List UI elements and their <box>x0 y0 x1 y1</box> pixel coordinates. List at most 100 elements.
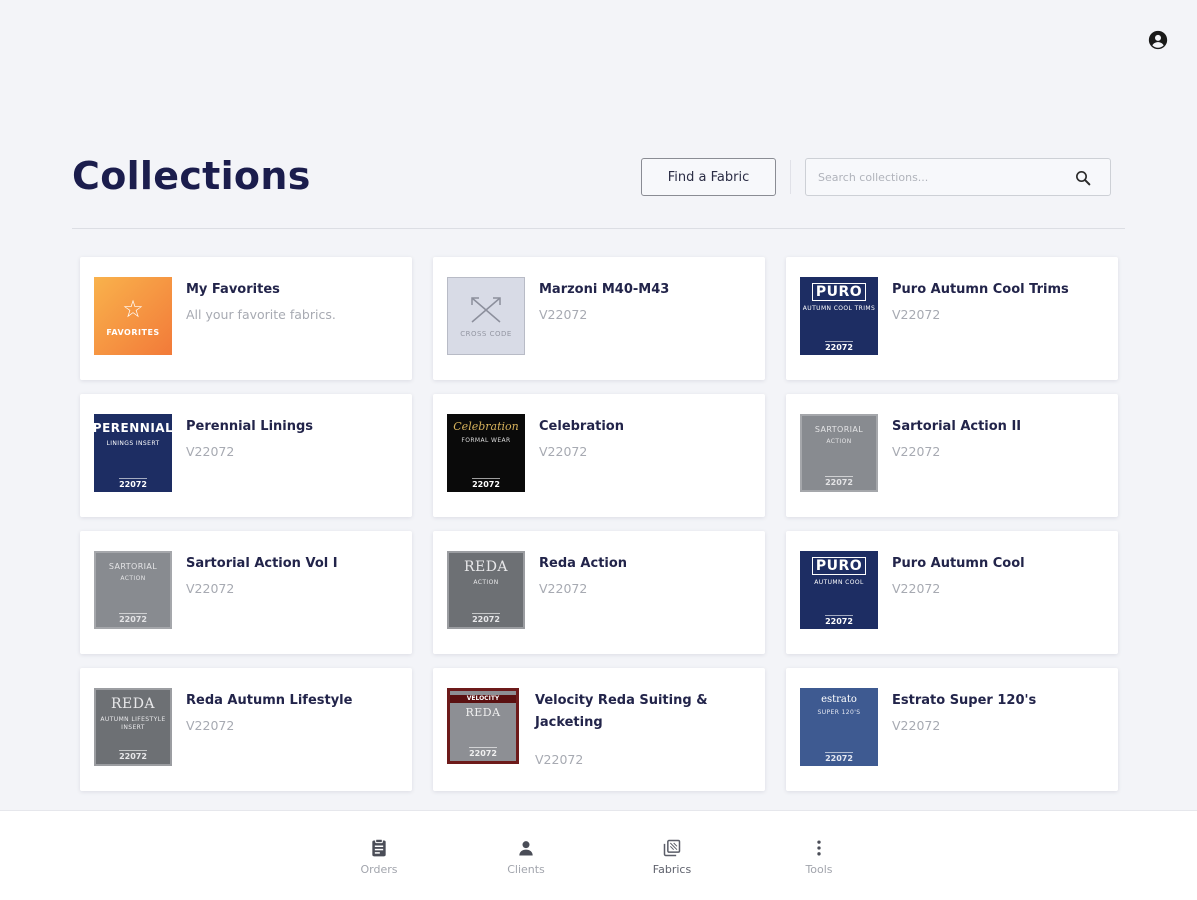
thumbnail-brand: REDA <box>463 559 509 575</box>
thumbnail-code: 22072 <box>119 478 147 489</box>
card-subtitle: V22072 <box>539 581 588 596</box>
card-subtitle: V22072 <box>892 718 941 733</box>
search-box[interactable] <box>805 158 1111 196</box>
thumbnail-code: 22072 <box>469 747 497 758</box>
card-subtitle: V22072 <box>535 752 584 767</box>
thumbnail-brand: estrato <box>821 694 857 705</box>
bottom-navigation: Orders Clients Fabrics Tools <box>0 810 1197 900</box>
thumbnail-line: SUPER 120'S <box>817 709 861 716</box>
thumbnail-brand: REDA <box>110 696 156 712</box>
thumbnail-line: LININGS INSERT <box>106 440 160 447</box>
collection-card-my-favorites[interactable]: ☆ FAVORITES My Favorites All your favori… <box>80 257 412 380</box>
card-subtitle: V22072 <box>892 307 941 322</box>
thumbnail-code: 22072 <box>825 615 853 626</box>
orders-icon <box>372 838 386 857</box>
more-vert-icon <box>817 840 821 856</box>
nav-label: Orders <box>360 863 398 876</box>
thumbnail-code: 22072 <box>825 476 853 487</box>
nav-item-fabrics[interactable]: Fabrics <box>637 838 707 876</box>
collection-thumbnail: Celebration FORMAL WEAR 22072 <box>447 414 525 492</box>
clients-icon <box>519 841 533 856</box>
collection-card-perennial-linings[interactable]: PERENNIAL LININGS INSERT 22072 Perennial… <box>80 394 412 517</box>
card-subtitle: V22072 <box>539 307 588 322</box>
collection-thumbnail: estrato SUPER 120'S 22072 <box>800 688 878 766</box>
account-circle-icon[interactable] <box>1148 30 1168 50</box>
card-title: Reda Action <box>539 556 628 571</box>
card-subtitle: V22072 <box>186 581 235 596</box>
card-title: Sartorial Action Vol I <box>186 556 338 571</box>
collection-thumbnail: REDA ACTION 22072 <box>447 551 525 629</box>
thumbnail-code: 22072 <box>825 341 853 352</box>
thumbnail-line: ACTION <box>826 438 852 445</box>
thumbnail-brand: PURO <box>811 283 867 301</box>
thumbnail-line: AUTUMN COOL <box>814 579 864 586</box>
thumbnail-brand: SARTORIAL <box>814 425 864 434</box>
card-title: My Favorites <box>186 282 280 297</box>
page-title: Collections <box>72 154 311 198</box>
collection-card-sartorial-action-ii[interactable]: SARTORIAL ACTION 22072 Sartorial Action … <box>786 394 1118 517</box>
collection-thumbnail: SARTORIAL ACTION 22072 <box>800 414 878 492</box>
favorites-thumbnail: ☆ FAVORITES <box>94 277 172 355</box>
search-input[interactable] <box>818 159 1068 195</box>
thumbnail-line: AUTUMN LIFESTYLE INSERT <box>100 716 166 731</box>
thumbnail-line: ACTION <box>120 575 146 582</box>
card-title: Estrato Super 120's <box>892 693 1037 708</box>
collection-card-reda-action[interactable]: REDA ACTION 22072 Reda Action V22072 <box>433 531 765 654</box>
card-title: Celebration <box>539 419 624 434</box>
nav-item-orders[interactable]: Orders <box>344 838 414 876</box>
card-subtitle: All your favorite fabrics. <box>186 307 336 322</box>
thumbnail-line: FORMAL WEAR <box>461 437 511 444</box>
collection-card-velocity-reda[interactable]: VELOCITY REDA 22072 Velocity Reda Suitin… <box>433 668 765 791</box>
cross-code-thumbnail: CROSS CODE <box>447 277 525 355</box>
card-title: Puro Autumn Cool <box>892 556 1025 571</box>
collections-grid: ☆ FAVORITES My Favorites All your favori… <box>80 257 1118 791</box>
collection-thumbnail: PURO AUTUMN COOL TRIMS 22072 <box>800 277 878 355</box>
collection-thumbnail: PERENNIAL LININGS INSERT 22072 <box>94 414 172 492</box>
thumbnail-brand: Celebration <box>453 420 519 433</box>
nav-item-clients[interactable]: Clients <box>491 838 561 876</box>
thumbnail-code: 22072 <box>825 752 853 763</box>
collection-thumbnail: PURO AUTUMN COOL 22072 <box>800 551 878 629</box>
card-subtitle: V22072 <box>186 718 235 733</box>
collection-card-marzoni[interactable]: CROSS CODE Marzoni M40-M43 V22072 <box>433 257 765 380</box>
nav-label: Fabrics <box>652 863 692 876</box>
header-divider <box>790 160 791 194</box>
nav-label: Clients <box>507 863 545 876</box>
nav-label: Tools <box>805 863 833 876</box>
header-rule <box>72 228 1125 229</box>
thumbnail-line: REDA <box>465 706 501 719</box>
card-title: Sartorial Action II <box>892 419 1022 434</box>
card-subtitle: V22072 <box>892 444 941 459</box>
nav-item-tools[interactable]: Tools <box>784 838 854 876</box>
star-icon: ☆ <box>122 294 144 323</box>
collection-card-celebration[interactable]: Celebration FORMAL WEAR 22072 Celebratio… <box>433 394 765 517</box>
thumbnail-brand: PURO <box>811 557 867 575</box>
card-subtitle: V22072 <box>539 444 588 459</box>
thumbnail-brand: PERENNIAL <box>94 421 172 435</box>
thumbnail-line: AUTUMN COOL TRIMS <box>802 305 876 312</box>
collection-card-estrato-super-120s[interactable]: estrato SUPER 120'S 22072 Estrato Super … <box>786 668 1118 791</box>
card-subtitle: V22072 <box>892 581 941 596</box>
thumbnail-brand: SARTORIAL <box>108 562 158 571</box>
collection-card-puro-autumn-cool[interactable]: PURO AUTUMN COOL 22072 Puro Autumn Cool … <box>786 531 1118 654</box>
thumbnail-code: 22072 <box>472 478 500 489</box>
find-fabric-button[interactable]: Find a Fabric <box>641 158 776 196</box>
thumbnail-label: CROSS CODE <box>460 330 512 338</box>
cross-arrows-icon <box>471 297 501 323</box>
card-title: Velocity Reda Suiting & Jacketing <box>535 693 708 730</box>
card-title: Puro Autumn Cool Trims <box>892 282 1069 297</box>
collection-card-sartorial-action-vol-i[interactable]: SARTORIAL ACTION 22072 Sartorial Action … <box>80 531 412 654</box>
thumbnail-label: FAVORITES <box>106 327 160 337</box>
card-title: Perennial Linings <box>186 419 314 434</box>
search-icon[interactable] <box>1074 169 1092 187</box>
thumbnail-code: 22072 <box>472 613 500 624</box>
card-subtitle: V22072 <box>186 444 235 459</box>
thumbnail-line: ACTION <box>473 579 499 586</box>
collection-thumbnail: VELOCITY REDA 22072 <box>447 688 519 764</box>
collection-thumbnail: REDA AUTUMN LIFESTYLE INSERT 22072 <box>94 688 172 766</box>
card-title: Marzoni M40-M43 <box>539 282 670 297</box>
thumbnail-brand: VELOCITY <box>450 695 516 703</box>
thumbnail-code: 22072 <box>119 750 147 761</box>
collection-card-reda-autumn-lifestyle[interactable]: REDA AUTUMN LIFESTYLE INSERT 22072 Reda … <box>80 668 412 791</box>
collection-card-puro-autumn-cool-trims[interactable]: PURO AUTUMN COOL TRIMS 22072 Puro Autumn… <box>786 257 1118 380</box>
